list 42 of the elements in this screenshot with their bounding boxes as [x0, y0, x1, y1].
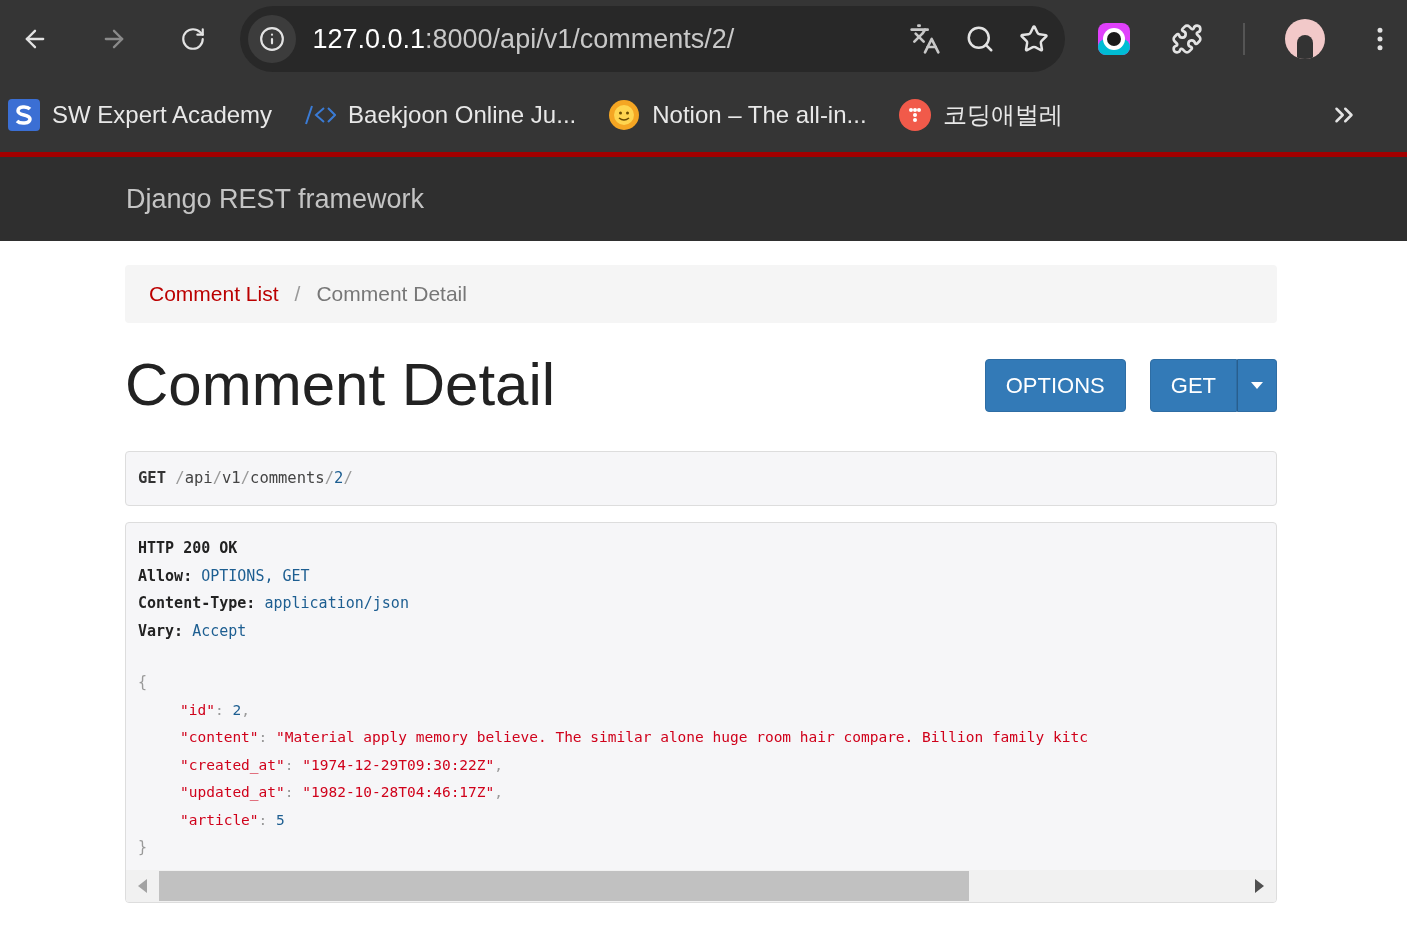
bookmark-item[interactable]: SW Expert Academy	[8, 97, 273, 133]
avatar-icon[interactable]	[1285, 19, 1325, 59]
star-icon[interactable]	[1019, 24, 1049, 54]
address-bar[interactable]: 127.0.0.1:8000/api/v1/comments/2/	[240, 6, 1065, 72]
bookmark-item[interactable]: Notion – The all-in...	[608, 97, 867, 133]
header-line: Content-Type: application/json	[138, 593, 410, 614]
breadcrumb-link[interactable]: Comment List	[149, 278, 279, 310]
horizontal-scrollbar[interactable]	[126, 869, 1276, 902]
page-title: Comment Detail	[125, 355, 556, 415]
code-brackets-icon	[304, 104, 337, 126]
json-line: "id": 2,	[179, 700, 251, 720]
bookmark-item[interactable]: Baekjoon Online Ju...	[304, 97, 577, 133]
get-button[interactable]: GET	[1149, 358, 1237, 412]
translate-icon[interactable]	[909, 23, 941, 55]
scrollbar-thumb[interactable]	[159, 870, 969, 901]
options-button[interactable]: OPTIONS	[984, 358, 1126, 412]
request-line: GET /api/v1/comments/2/	[138, 467, 353, 489]
puzzle-icon[interactable]	[1171, 23, 1203, 55]
json-line: "article": 5	[179, 810, 286, 830]
caret-icon	[1251, 381, 1263, 389]
json-line: "updated_at": "1982-10-28T04:46:17Z",	[179, 783, 505, 803]
json-brace: }	[138, 837, 148, 858]
json-brace: {	[138, 672, 148, 693]
breadcrumb-link[interactable]: Comment Detail	[316, 278, 467, 310]
zoom-icon[interactable]	[965, 24, 995, 54]
sun-face-icon	[608, 99, 641, 131]
url-text: 127.0.0.1:8000/api/v1/comments/2/	[312, 22, 735, 56]
info-icon[interactable]	[248, 15, 297, 63]
dots-logo-icon	[898, 99, 931, 131]
json-line: "created_at": "1974-12-29T09:30:22Z",	[179, 755, 505, 776]
reload-icon[interactable]	[180, 26, 207, 52]
header-line: Vary: Accept	[138, 620, 248, 642]
bookmark-item[interactable]: 코딩애벌레	[898, 97, 1063, 133]
json-line: "content": "Material apply memory believe. The similar alone huge room hair compare. Billion family kitc	[179, 728, 1089, 747]
s-logo-icon	[8, 99, 40, 131]
scroll-right-icon[interactable]	[1255, 878, 1264, 893]
status-line: HTTP 200 OK	[138, 538, 239, 559]
brand-link[interactable]: Django REST framework	[126, 178, 425, 220]
header-line: Allow: OPTIONS, GET	[138, 565, 311, 587]
breadcrumb-separator: /	[294, 281, 301, 308]
color-ring-icon[interactable]	[1097, 22, 1131, 56]
dropdown-toggle[interactable]	[1237, 358, 1277, 412]
